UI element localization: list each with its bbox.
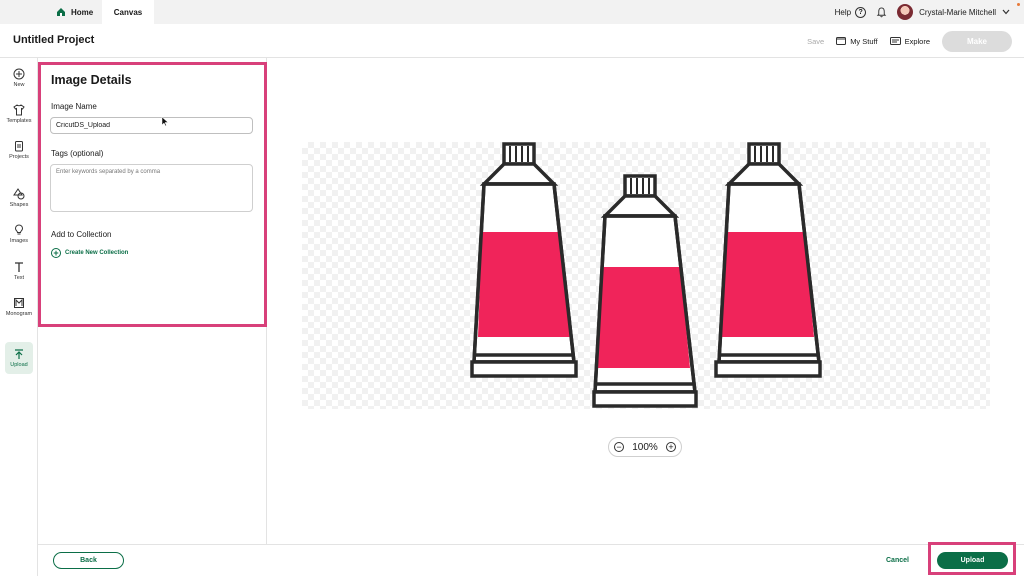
tags-input[interactable] — [50, 164, 253, 212]
create-new-collection-button[interactable]: + Create New Collection — [51, 248, 128, 258]
plus-circle-icon — [13, 68, 25, 80]
account-area: Help ? Crystal-Marie Mitchell — [835, 0, 1010, 24]
nav-templates[interactable]: Templates — [0, 104, 38, 124]
nav-new[interactable]: New — [0, 68, 38, 88]
paint-tube-middle — [592, 174, 698, 408]
panel-title: Image Details — [51, 73, 132, 87]
nav-projects[interactable]: Projects — [0, 140, 38, 160]
notification-dot — [1017, 3, 1020, 6]
zoom-in-icon[interactable]: + — [665, 442, 676, 452]
help-icon: ? — [855, 6, 867, 18]
monogram-icon — [14, 298, 24, 308]
bell-icon[interactable] — [876, 6, 887, 18]
nav-projects-label: Projects — [9, 154, 29, 160]
home-icon — [57, 8, 65, 16]
header-actions: Save My Stuff Explore Make — [807, 30, 1012, 52]
clipboard-icon — [15, 141, 23, 152]
chevron-down-icon — [1002, 9, 1010, 15]
upload-button[interactable]: Upload — [937, 552, 1008, 569]
tab-canvas[interactable]: Canvas — [102, 0, 154, 24]
save-button[interactable]: Save — [807, 37, 824, 46]
tab-canvas-label: Canvas — [113, 7, 143, 17]
nav-templates-label: Templates — [6, 118, 32, 124]
back-button[interactable]: Back — [53, 552, 124, 569]
text-icon — [15, 262, 23, 272]
user-name: Crystal-Marie Mitchell — [919, 7, 996, 17]
tab-home-label: Home — [71, 7, 94, 17]
nav-shapes[interactable]: Shapes — [0, 188, 38, 208]
nav-text[interactable]: Text — [0, 261, 38, 281]
nav-monogram-label: Monogram — [5, 311, 33, 317]
header: Untitled Project Save My Stuff Explore M… — [0, 24, 1024, 58]
explore-label: Explore — [904, 36, 930, 46]
nav-monogram[interactable]: Monogram — [0, 297, 38, 317]
bulb-icon — [14, 224, 24, 235]
tags-label: Tags (optional) — [51, 149, 104, 158]
nav-text-label: Text — [13, 275, 25, 281]
tab-home[interactable]: Home — [56, 0, 93, 24]
project-title: Untitled Project — [13, 34, 95, 46]
help-button[interactable]: Help ? — [834, 6, 867, 18]
nav-new-label: New — [13, 82, 25, 88]
nav-upload[interactable]: Upload — [5, 342, 33, 374]
avatar — [897, 4, 914, 20]
paint-tube-right — [714, 142, 822, 378]
zoom-level: 100% — [632, 441, 658, 453]
mouse-cursor-icon — [161, 117, 169, 127]
make-button[interactable]: Make — [942, 30, 1012, 52]
my-stuff-label: My Stuff — [850, 36, 878, 46]
nav-images[interactable]: Images — [0, 224, 38, 244]
explore-icon — [889, 37, 901, 45]
zoom-control: − 100% + — [608, 437, 682, 457]
user-menu[interactable]: Crystal-Marie Mitchell — [897, 4, 1010, 20]
nav-upload-label: Upload — [10, 362, 28, 368]
my-stuff-button[interactable]: My Stuff — [836, 36, 878, 46]
cancel-button[interactable]: Cancel — [886, 557, 909, 564]
nav-shapes-label: Shapes — [9, 202, 29, 208]
add-to-collection-label: Add to Collection — [51, 230, 112, 239]
nav-images-label: Images — [9, 238, 29, 244]
shirt-icon — [13, 104, 25, 116]
folder-icon — [836, 37, 847, 45]
upload-icon — [15, 349, 23, 359]
image-name-input[interactable] — [50, 117, 253, 134]
footer-bar — [38, 544, 1024, 576]
explore-button[interactable]: Explore — [889, 36, 930, 46]
image-name-label: Image Name — [51, 102, 97, 111]
paint-tube-left — [470, 142, 578, 378]
paint-tubes-image — [470, 142, 822, 408]
plus-icon: + — [51, 248, 61, 258]
zoom-out-icon[interactable]: − — [614, 442, 624, 452]
left-nav: New Templates Projects Shapes Images Tex… — [0, 58, 38, 576]
help-label: Help — [834, 7, 852, 17]
create-new-collection-label: Create New Collection — [65, 250, 129, 256]
tab-bar: Home Canvas Help ? Crystal-Marie Mitchel… — [0, 0, 1024, 24]
shapes-icon — [13, 188, 25, 200]
